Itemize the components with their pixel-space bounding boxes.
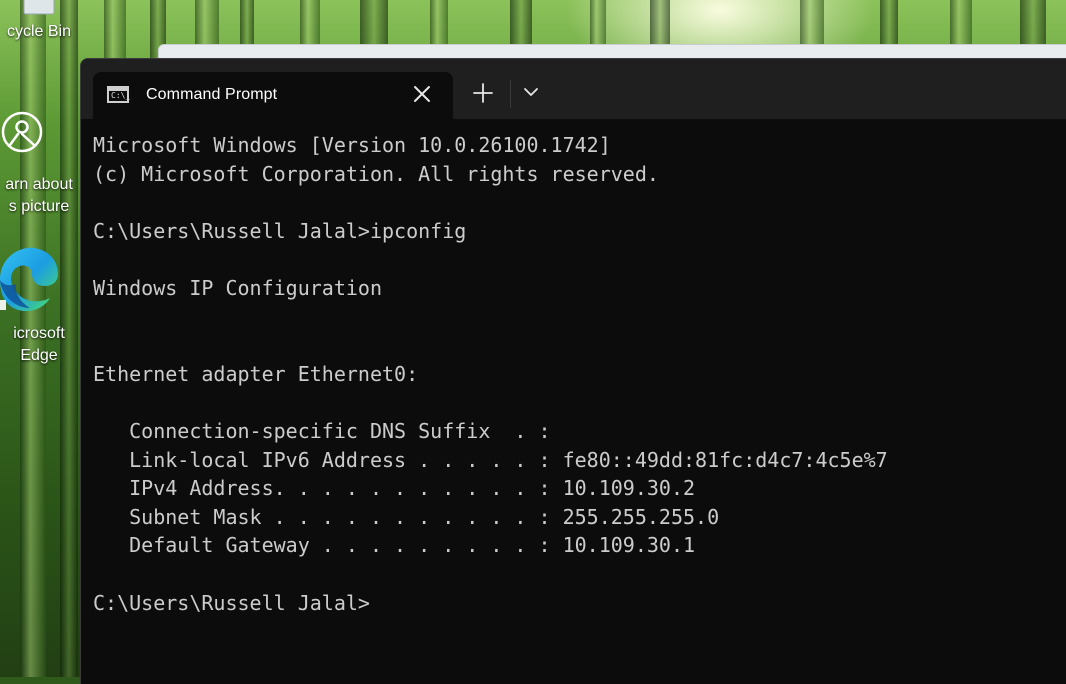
- tab-title: Command Prompt: [146, 86, 278, 103]
- command-prompt-icon-text: C:\_: [111, 91, 131, 100]
- console-line: C:\Users\Russell Jalal>ipconfig: [93, 218, 467, 243]
- desktop-icon-label-line1: arn about: [5, 176, 73, 193]
- console-output[interactable]: Microsoft Windows [Version 10.0.26100.17…: [93, 131, 888, 617]
- title-bar[interactable]: C:\_ Command Prompt: [81, 59, 1066, 119]
- console-line: C:\Users\Russell Jalal>: [93, 590, 370, 615]
- desktop-icon-label-line2: s picture: [8, 198, 70, 215]
- desktop-icon-microsoft-edge[interactable]: icrosoft Edge: [0, 242, 78, 367]
- desktop-icon-label: cycle Bin: [6, 23, 72, 40]
- tab-command-prompt[interactable]: C:\_ Command Prompt: [93, 72, 453, 119]
- plus-icon[interactable]: [471, 81, 495, 105]
- recycle-bin-icon: [23, 0, 55, 15]
- edge-icon: [0, 247, 58, 312]
- console-line: Default Gateway . . . . . . . . . : 10.1…: [93, 533, 696, 558]
- desktop-icon-label-line2: Edge: [20, 347, 58, 364]
- titlebar-divider: [510, 80, 511, 108]
- desktop-icon-recycle-bin[interactable]: cycle Bin: [0, 0, 78, 43]
- console-line: Windows IP Configuration: [93, 275, 382, 300]
- console-line: (c) Microsoft Corporation. All rights re…: [93, 161, 659, 186]
- desktop-icon-label-line1: icrosoft: [13, 325, 65, 342]
- console-line: IPv4 Address. . . . . . . . . . . : 10.1…: [93, 476, 696, 501]
- console-line: Link-local IPv6 Address . . . . . : fe80…: [93, 447, 888, 472]
- console-line: Ethernet adapter Ethernet0:: [93, 361, 419, 386]
- learn-about-picture-icon: [1, 111, 43, 153]
- chevron-down-icon[interactable]: [521, 84, 541, 100]
- close-icon[interactable]: [411, 83, 433, 105]
- console-line: Microsoft Windows [Version 10.0.26100.17…: [93, 133, 611, 157]
- command-prompt-icon: C:\_: [107, 86, 131, 103]
- terminal-window[interactable]: C:\_ Command Prompt Microsoft Windows [V…: [80, 58, 1066, 684]
- console-line: Connection-specific DNS Suffix . :: [93, 418, 551, 443]
- console-line: Subnet Mask . . . . . . . . . . . : 255.…: [93, 504, 720, 529]
- desktop-icon-learn-about-picture[interactable]: arn about s picture: [0, 108, 78, 218]
